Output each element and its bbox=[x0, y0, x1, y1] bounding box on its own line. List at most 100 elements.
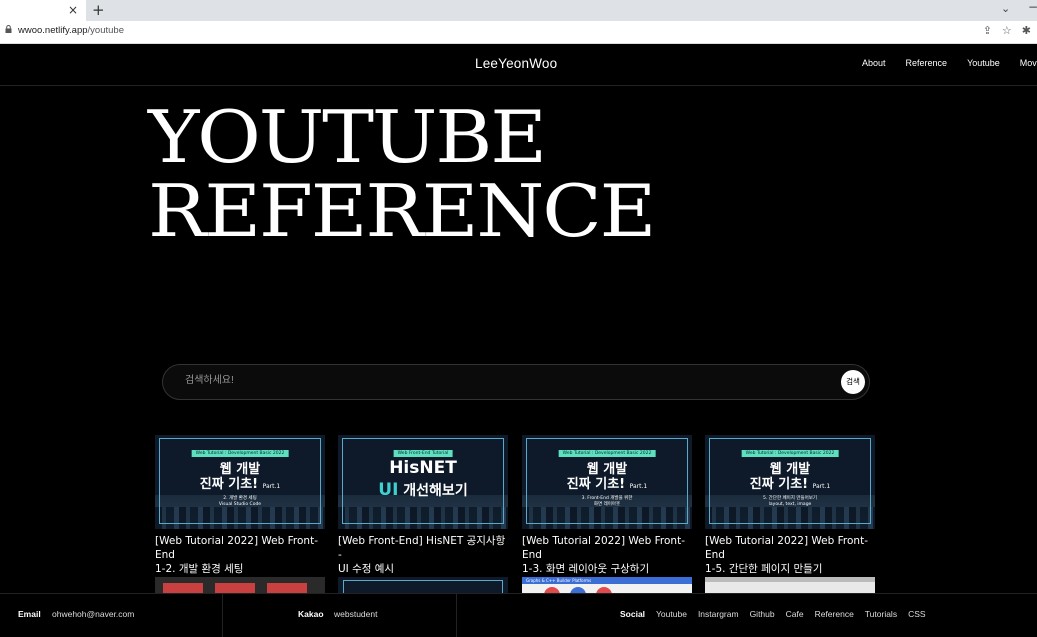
video-title-line-2: 1-3. 화면 레이아웃 구상하기 bbox=[522, 563, 650, 575]
video-card[interactable]: Web Front-End Tutorial HisNET UI 개선해보기 [… bbox=[338, 435, 508, 576]
video-thumbnail[interactable]: Web Tutorial : Development Basic 2022 웹 … bbox=[522, 435, 692, 529]
site-logo[interactable]: LeeYeonWoo bbox=[475, 56, 557, 71]
tab-close-icon[interactable]: × bbox=[68, 2, 78, 18]
video-title-line-1: [Web Tutorial 2022] Web Front-End bbox=[155, 535, 318, 561]
thumbnail-heading-text: 진짜 기초! bbox=[749, 477, 809, 492]
footer-kakao: Kakao webstudent bbox=[223, 594, 457, 637]
thumbnail-heading-line-2: 진짜 기초! Part.1 bbox=[155, 477, 325, 494]
thumbnail-heading: 웹 개발 진짜 기초! Part.1 bbox=[705, 462, 875, 494]
thumbnail-subtitle: 3. Front-End 개발을 위한 화면 레이아웃 bbox=[522, 496, 692, 508]
search-button[interactable]: 검색 bbox=[841, 370, 865, 394]
thumbnail-heading-text: 진짜 기초! bbox=[566, 477, 626, 492]
video-title-line-2: 1-5. 간단한 페이지 만들기 bbox=[705, 563, 823, 575]
thumbnail-banner-text: Graphs & C++ Builder Platforms bbox=[526, 578, 592, 583]
footer-link-github[interactable]: Github bbox=[750, 609, 775, 619]
url-text[interactable]: wwoo.netlify.app/youtube bbox=[18, 25, 124, 36]
site-footer: Email ohwehoh@naver.com Kakao webstudent… bbox=[0, 593, 1037, 637]
hero-title: YOUTUBE REFERENCE bbox=[148, 95, 656, 248]
thumbnail-tag: Web Tutorial : Development Basic 2022 bbox=[558, 450, 656, 457]
footer-link-youtube[interactable]: Youtube bbox=[656, 609, 687, 619]
address-bar-actions: ⇪ ☆ ✱ bbox=[983, 24, 1031, 37]
video-card[interactable]: Web Tutorial : Development Basic 2022 웹 … bbox=[155, 435, 325, 576]
footer-email: Email ohwehoh@naver.com bbox=[0, 594, 223, 637]
extensions-icon[interactable]: ✱ bbox=[1022, 24, 1031, 37]
lock-icon bbox=[5, 25, 12, 33]
video-card[interactable]: Web Tutorial : Development Basic 2022 웹 … bbox=[705, 435, 875, 576]
search-input[interactable] bbox=[183, 374, 787, 387]
video-title-line-1: [Web Tutorial 2022] Web Front-End bbox=[522, 535, 685, 561]
url-path: /youtube bbox=[87, 25, 124, 36]
thumbnail-part: Part.1 bbox=[262, 483, 281, 490]
thumbnail-heading-text: 진짜 기초! bbox=[199, 477, 259, 492]
site-header: LeeYeonWoo About Reference Youtube Movie bbox=[0, 43, 1037, 86]
browser-tab-bar: × + ⌄ − bbox=[0, 0, 1037, 21]
footer-email-link[interactable]: ohwehoh@naver.com bbox=[52, 609, 134, 619]
thumbnail-frame bbox=[343, 580, 503, 594]
thumbnail-toolbar bbox=[705, 577, 875, 582]
thumbnail-heading-line-1: 웹 개발 bbox=[586, 462, 628, 477]
footer-link-tutorials[interactable]: Tutorials bbox=[865, 609, 897, 619]
footer-link-instagram[interactable]: Instargram bbox=[698, 609, 739, 619]
search-bar: 검색 bbox=[162, 364, 870, 400]
thumbnail-subtitle-line-2: 화면 레이아웃 bbox=[593, 502, 621, 507]
video-title-line-2: UI 수정 예시 bbox=[338, 563, 395, 575]
video-thumbnail-partial[interactable] bbox=[338, 577, 508, 594]
video-title-line-1: [Web Tutorial 2022] Web Front-End bbox=[705, 535, 868, 561]
thumbnail-subtitle: 2. 개발 환경 세팅 Visual Studio Code bbox=[155, 496, 325, 508]
address-bar[interactable]: wwoo.netlify.app/youtube ⇪ ☆ ✱ bbox=[0, 21, 1037, 44]
video-card[interactable]: Web Tutorial : Development Basic 2022 웹 … bbox=[522, 435, 692, 576]
browser-tab[interactable]: × bbox=[0, 0, 86, 21]
video-thumbnail[interactable]: Web Front-End Tutorial HisNET UI 개선해보기 bbox=[338, 435, 508, 529]
thumbnail-heading-line-2: UI 개선해보기 bbox=[338, 481, 508, 500]
footer-link-reference[interactable]: Reference bbox=[815, 609, 854, 619]
share-icon[interactable]: ⇪ bbox=[983, 24, 992, 37]
nav-movie[interactable]: Movie bbox=[1020, 58, 1037, 68]
thumbnail-heading-line-2: 진짜 기초! Part.1 bbox=[705, 477, 875, 494]
thumbnail-subtitle-line-2: Visual Studio Code bbox=[218, 502, 262, 507]
thumbnail-part: Part.1 bbox=[812, 483, 831, 490]
thumbnail-heading-line-1: HisNET bbox=[389, 458, 457, 478]
thumbnail-heading: 웹 개발 진짜 기초! Part.1 bbox=[522, 462, 692, 494]
tab-search-chevron-icon[interactable]: ⌄ bbox=[1001, 2, 1010, 15]
video-thumbnail[interactable]: Web Tutorial : Development Basic 2022 웹 … bbox=[705, 435, 875, 529]
video-thumbnail[interactable]: Web Tutorial : Development Basic 2022 웹 … bbox=[155, 435, 325, 529]
thumbnail-tag: Web Tutorial : Development Basic 2022 bbox=[741, 450, 839, 457]
video-title[interactable]: [Web Tutorial 2022] Web Front-End 1-5. 간… bbox=[705, 534, 875, 576]
thumbnail-subtitle-line-2: layout, text, image bbox=[768, 502, 812, 507]
footer-kakao-label: Kakao bbox=[298, 609, 324, 619]
url-host: wwoo.netlify.app bbox=[18, 25, 88, 36]
thumbnail-tag: Web Tutorial : Development Basic 2022 bbox=[191, 450, 289, 457]
hero-line-1: YOUTUBE bbox=[148, 95, 547, 179]
thumbnail-part: Part.1 bbox=[629, 483, 648, 490]
thumbnail-heading-text: 개선해보기 bbox=[403, 483, 468, 499]
nav-about[interactable]: About bbox=[862, 58, 886, 68]
thumbnail-accent: UI bbox=[378, 480, 399, 500]
thumbnail-heading-line-1: 웹 개발 bbox=[219, 462, 261, 477]
footer-social: Social Youtube Instargram Github Cafe Re… bbox=[620, 609, 926, 619]
window-minimize-icon[interactable]: − bbox=[1028, 0, 1037, 14]
thumbnail-banner: Graphs & C++ Builder Platforms bbox=[522, 577, 692, 584]
footer-social-label: Social bbox=[620, 609, 646, 619]
video-title[interactable]: [Web Tutorial 2022] Web Front-End 1-3. 화… bbox=[522, 534, 692, 576]
thumbnail-heading: 웹 개발 진짜 기초! Part.1 bbox=[155, 462, 325, 494]
video-thumbnail-partial[interactable] bbox=[155, 577, 325, 594]
video-thumbnail-partial[interactable]: Graphs & C++ Builder Platforms bbox=[522, 577, 692, 594]
new-tab-icon[interactable]: + bbox=[92, 1, 105, 19]
nav-reference[interactable]: Reference bbox=[906, 58, 948, 68]
nav-youtube[interactable]: Youtube bbox=[967, 58, 1000, 68]
bookmark-star-icon[interactable]: ☆ bbox=[1002, 24, 1012, 37]
footer-link-css[interactable]: CSS bbox=[908, 609, 925, 619]
video-title-line-1: [Web Front-End] HisNET 공지사항 - bbox=[338, 535, 506, 561]
video-title-line-2: 1-2. 개발 환경 세팅 bbox=[155, 563, 244, 575]
video-title[interactable]: [Web Tutorial 2022] Web Front-End 1-2. 개… bbox=[155, 534, 325, 576]
thumbnail-subtitle: 5. 간단한 페이지 만들어보기 layout, text, image bbox=[705, 496, 875, 508]
video-title[interactable]: [Web Front-End] HisNET 공지사항 - UI 수정 예시 bbox=[338, 534, 508, 576]
footer-kakao-value[interactable]: webstudent bbox=[334, 609, 377, 619]
video-thumbnail-partial[interactable] bbox=[705, 577, 875, 594]
footer-email-label: Email bbox=[18, 609, 41, 619]
thumbnail-tag: Web Front-End Tutorial bbox=[393, 450, 453, 457]
footer-link-cafe[interactable]: Cafe bbox=[786, 609, 804, 619]
main-nav: About Reference Youtube Movie bbox=[862, 58, 1037, 68]
thumbnail-heading-line-1: 웹 개발 bbox=[769, 462, 811, 477]
thumbnail-heading-line-2: 진짜 기초! Part.1 bbox=[522, 477, 692, 494]
